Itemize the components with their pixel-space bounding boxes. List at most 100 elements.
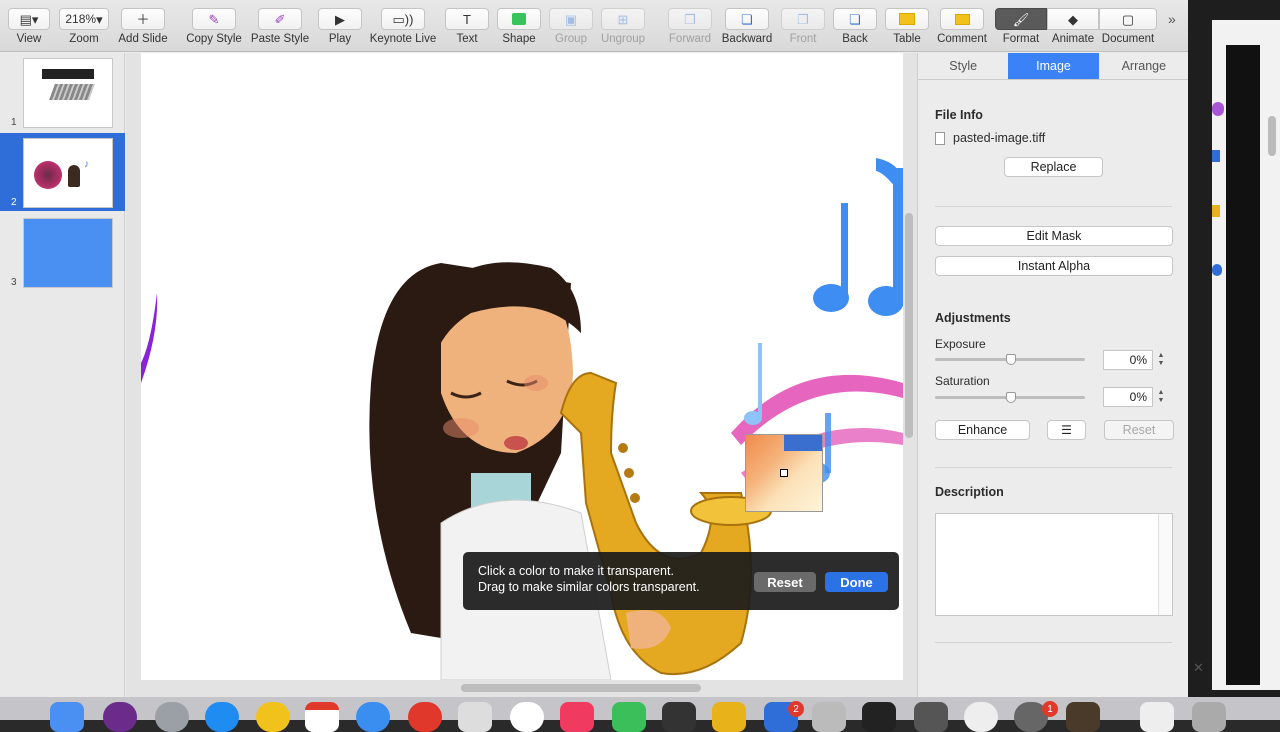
- keynote-live-tool[interactable]: ▭)) Keynote Live: [370, 8, 436, 45]
- system-preferences-icon[interactable]: [964, 702, 998, 732]
- format-button[interactable]: 🖌︎: [995, 8, 1047, 30]
- saturation-slider-knob[interactable]: [1006, 392, 1016, 403]
- document-tool[interactable]: ▢ Document: [1099, 8, 1157, 45]
- description-field[interactable]: [935, 513, 1173, 616]
- slide-number: 1: [11, 117, 17, 128]
- app-store-icon[interactable]: [205, 702, 239, 732]
- add-slide-button[interactable]: ＋: [121, 8, 165, 30]
- ungroup-label: Ungroup: [600, 33, 646, 45]
- zoom-tool[interactable]: 218% ▾ Zoom: [59, 8, 109, 45]
- slide-thumbnail-3[interactable]: 3: [0, 213, 125, 291]
- front-button[interactable]: ❐: [781, 8, 825, 30]
- description-scrollbar[interactable]: [1158, 514, 1172, 615]
- front-tool[interactable]: ❐ Front: [781, 8, 825, 45]
- instant-alpha-done-button[interactable]: Done: [825, 572, 888, 592]
- saturation-field[interactable]: 0%: [1103, 387, 1153, 407]
- terminal-icon[interactable]: [862, 702, 896, 732]
- forward-tool[interactable]: ❐ Forward: [668, 8, 712, 45]
- backward-tool[interactable]: ❏ Backward: [720, 8, 774, 45]
- horizontal-scrollbar[interactable]: [461, 684, 701, 692]
- exposure-stepper[interactable]: ▲ ▼: [1156, 350, 1166, 370]
- slide-thumbnail-1[interactable]: 1: [0, 53, 125, 131]
- pages-icon[interactable]: [662, 702, 696, 732]
- play-tool[interactable]: ▶ Play: [318, 8, 362, 45]
- slide-2-preview: ♪: [23, 138, 113, 208]
- vertical-scrollbar[interactable]: [905, 213, 913, 438]
- keynote-window: ▤▾ View 218% ▾ Zoom ＋ Add Slide ✎ Copy St…: [0, 0, 1188, 697]
- text-label: Text: [456, 33, 478, 45]
- document-button[interactable]: ▢: [1099, 8, 1157, 30]
- music-icon[interactable]: [560, 702, 594, 732]
- tab-arrange[interactable]: Arrange: [1099, 53, 1188, 79]
- finder-icon[interactable]: [50, 702, 84, 732]
- adjustments-button[interactable]: ☰: [1047, 420, 1086, 440]
- notes-icon[interactable]: [712, 702, 746, 732]
- comment-button[interactable]: [940, 8, 984, 30]
- downloads-icon[interactable]: [1140, 702, 1174, 732]
- zoom-button[interactable]: 218% ▾: [59, 8, 109, 30]
- table-tool[interactable]: Table: [885, 8, 929, 45]
- photos-icon[interactable]: [510, 702, 544, 732]
- group-button[interactable]: ▣: [549, 8, 593, 30]
- back-tool[interactable]: ❏ Back: [833, 8, 877, 45]
- copy-style-button[interactable]: ✎: [192, 8, 236, 30]
- toolbar-overflow-icon[interactable]: »: [1168, 11, 1176, 27]
- close-icon[interactable]: ✕: [1193, 660, 1204, 676]
- slide-thumbnail-2[interactable]: ♪ 2: [0, 133, 125, 211]
- trash-icon[interactable]: [1192, 702, 1226, 732]
- exposure-slider-knob[interactable]: [1006, 354, 1016, 365]
- add-slide-tool[interactable]: ＋ Add Slide: [118, 8, 168, 45]
- instant-alpha-reset-button[interactable]: Reset: [754, 572, 816, 592]
- siri-icon[interactable]: [103, 702, 137, 732]
- send-to-back-icon: ❏: [849, 11, 861, 27]
- animate-tool[interactable]: ◆ Animate: [1047, 8, 1099, 45]
- safari-icon[interactable]: [356, 702, 390, 732]
- plus-icon: ＋: [136, 11, 150, 27]
- ungroup-button[interactable]: ⊞: [601, 8, 645, 30]
- preview-icon[interactable]: [458, 702, 492, 732]
- shape-tool[interactable]: Shape: [497, 8, 541, 45]
- forward-button[interactable]: ❐: [668, 8, 712, 30]
- ungroup-tool[interactable]: ⊞ Ungroup: [600, 8, 646, 45]
- play-button[interactable]: ▶: [318, 8, 362, 30]
- edit-mask-button[interactable]: Edit Mask: [935, 226, 1173, 246]
- sliders-icon: ☰: [1061, 423, 1072, 437]
- keynote-live-button[interactable]: ▭)): [381, 8, 425, 30]
- reset-adjustments-button[interactable]: Reset: [1104, 420, 1174, 440]
- calendar-icon[interactable]: [305, 702, 339, 732]
- utility-icon[interactable]: [812, 702, 846, 732]
- comment-tool[interactable]: Comment: [937, 8, 987, 45]
- text-tool[interactable]: T Text: [445, 8, 489, 45]
- tab-style[interactable]: Style: [918, 53, 1008, 79]
- bitmoji-icon[interactable]: [256, 702, 290, 732]
- text-button[interactable]: T: [445, 8, 489, 30]
- comment-icon: [954, 13, 970, 25]
- instant-alpha-button[interactable]: Instant Alpha: [935, 256, 1173, 276]
- background-window: ✕: [1188, 0, 1280, 697]
- slide-canvas[interactable]: Click a color to make it transparent. Dr…: [141, 53, 903, 680]
- backward-button[interactable]: ❏: [725, 8, 769, 30]
- replace-button[interactable]: Replace: [1004, 157, 1103, 177]
- view-tool[interactable]: ▤▾ View: [7, 8, 51, 45]
- exposure-field[interactable]: 0%: [1103, 350, 1153, 370]
- back-button[interactable]: ❏: [833, 8, 877, 30]
- tab-image[interactable]: Image: [1008, 53, 1099, 79]
- chrome-icon[interactable]: [408, 702, 442, 732]
- group-tool[interactable]: ▣ Group: [549, 8, 593, 45]
- shape-button[interactable]: [497, 8, 541, 30]
- video-icon[interactable]: [1066, 702, 1100, 732]
- launchpad-icon[interactable]: [155, 702, 189, 732]
- view-button[interactable]: ▤▾: [8, 8, 50, 30]
- saturation-label: Saturation: [935, 374, 990, 388]
- table-button[interactable]: [885, 8, 929, 30]
- copy-style-tool[interactable]: ✎ Copy Style: [186, 8, 242, 45]
- paste-style-tool[interactable]: ✐ Paste Style: [251, 8, 309, 45]
- enhance-button[interactable]: Enhance: [935, 420, 1030, 440]
- numbers-icon[interactable]: [612, 702, 646, 732]
- keynote-icon[interactable]: [914, 702, 948, 732]
- saturation-stepper[interactable]: ▲ ▼: [1156, 387, 1166, 407]
- animate-button[interactable]: ◆: [1047, 8, 1099, 30]
- paste-style-button[interactable]: ✐: [258, 8, 302, 30]
- bring-to-front-icon: ❐: [797, 11, 809, 27]
- format-tool[interactable]: 🖌︎ Format: [995, 8, 1047, 45]
